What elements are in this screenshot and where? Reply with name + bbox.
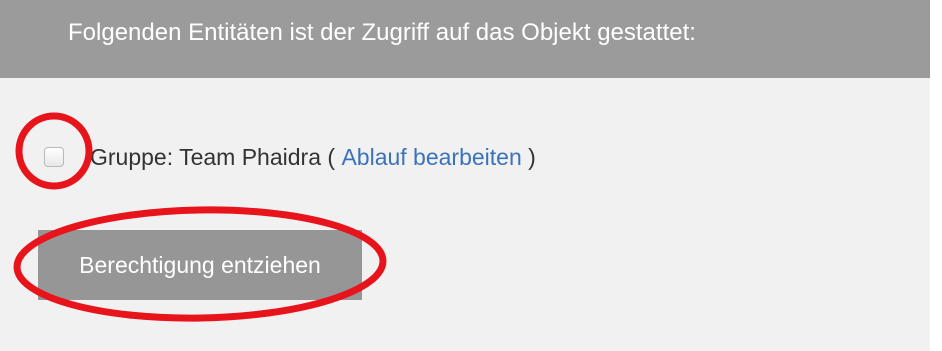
revoke-permission-button[interactable]: Berechtigung entziehen [38,230,362,300]
entity-label: Gruppe: Team Phaidra [90,143,321,170]
entity-checkbox[interactable] [44,147,64,167]
open-paren: ( [327,143,336,170]
edit-expiry-link[interactable]: Ablauf bearbeiten [341,144,521,171]
panel-header-title: Folgenden Entitäten ist der Zugriff auf … [68,19,696,46]
entity-row: Gruppe: Team Phaidra ( Ablauf bearbeiten… [44,140,536,174]
permissions-panel: Folgenden Entitäten ist der Zugriff auf … [0,0,930,351]
panel-header: Folgenden Entitäten ist der Zugriff auf … [0,0,930,78]
close-paren: ) [528,143,536,170]
